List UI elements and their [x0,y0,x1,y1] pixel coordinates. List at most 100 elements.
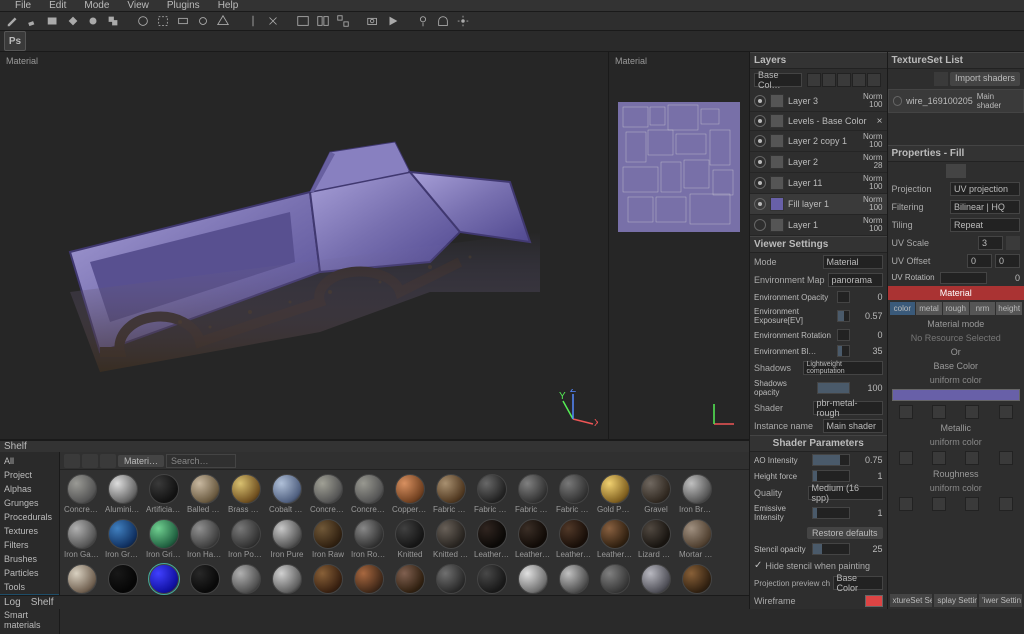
met-icon3[interactable] [965,451,979,465]
material-item[interactable]: Concrete S... [310,474,346,514]
shelf-category-textures[interactable]: Textures [0,524,59,538]
shelf-filter-tag[interactable]: Materi… [118,455,164,467]
texset-item[interactable]: wire_169100205 Main shader [888,89,1024,113]
shelf-category-filters[interactable]: Filters [0,538,59,552]
emissive-slider[interactable] [812,507,850,519]
menu-mode[interactable]: Mode [75,0,118,11]
material-item[interactable]: Iron Hamm... [187,519,223,559]
met-icon2[interactable] [932,451,946,465]
mirror-tool[interactable] [264,12,282,30]
eye-icon[interactable] [754,177,766,189]
uv-scale-link-icon[interactable] [1006,236,1020,250]
symmetry-tool[interactable] [244,12,262,30]
layer-item[interactable]: Levels - Base Color× [750,112,887,131]
material-item[interactable]: Leather sof... [597,519,633,559]
footer-shelf[interactable]: Shelf [31,597,54,608]
channel-metal[interactable]: metal [916,302,942,315]
eye-icon[interactable] [754,156,766,168]
channel-height[interactable]: height [996,302,1022,315]
material-item[interactable]: Iron Rough [351,519,387,559]
material-item[interactable]: Iron Grainy [105,519,141,559]
shader-select[interactable]: pbr-metal-rough [813,401,883,415]
channel-rough[interactable]: rough [943,302,969,315]
menu-file[interactable]: File [6,0,40,11]
layer-item[interactable]: Layer 11Norm100 [750,173,887,194]
shadows-select[interactable]: Lightweight computation [803,361,883,375]
instance-field[interactable]: Main shader [823,419,883,433]
met-icon4[interactable] [999,451,1013,465]
render-tool[interactable] [384,12,402,30]
bottom-tab[interactable]: 'iwer Settin… [979,594,1022,607]
uv-scale-field[interactable]: 3 [978,236,1003,250]
layer-add-icon[interactable] [807,73,821,87]
metallic-mode[interactable]: uniform color [888,435,1024,449]
footer-log[interactable]: Log [4,597,21,608]
eye-icon[interactable] [754,95,766,107]
material-item[interactable]: Lizard scales [638,519,674,559]
material-item[interactable]: Gravel [638,474,674,514]
uv-offset-y[interactable]: 0 [995,254,1020,268]
env-opacity-slider[interactable] [837,291,850,303]
wireframe-color[interactable] [865,595,883,607]
app-icon[interactable]: Ps [4,31,26,51]
menu-plugins[interactable]: Plugins [158,0,209,11]
ao-slider[interactable] [812,454,850,466]
view-both-tool[interactable] [334,12,352,30]
bc-icon2[interactable] [932,405,946,419]
material-item[interactable]: Leather bag [474,519,510,559]
material-item[interactable]: Cobalt Pure [269,474,305,514]
fill-mode-icon[interactable] [946,164,966,178]
close-icon[interactable]: × [877,116,883,127]
camera-tool[interactable] [364,12,382,30]
layer-item[interactable]: Layer 2 copy 1Norm100 [750,131,887,152]
check-icon[interactable]: ✓ [754,560,762,571]
fill-tool[interactable] [64,12,82,30]
material-item[interactable]: Balled Light... [187,474,223,514]
picker-tool[interactable] [134,12,152,30]
layer-mask-icon[interactable] [822,73,836,87]
clone-tool[interactable] [104,12,122,30]
bottom-tab[interactable]: xtureSet Settin… [890,594,933,607]
settings-tool[interactable] [454,12,472,30]
layer-folder-icon[interactable] [837,73,851,87]
material-item[interactable]: Iron Grinded [146,519,182,559]
stencil-slider[interactable] [812,543,850,555]
proj-preview-select[interactable]: Base Color [833,576,883,590]
shelf-filter[interactable] [100,454,116,468]
env-exposure-slider[interactable] [837,310,850,322]
material-item[interactable]: Mortar wall [679,519,715,559]
view-2d-tool[interactable] [314,12,332,30]
shelf-category-procedurals[interactable]: Procedurals [0,510,59,524]
material-item[interactable]: Copper Pure [392,474,428,514]
layer-item[interactable]: Layer 3Norm100 [750,91,887,112]
tiling-select[interactable]: Repeat [950,218,1020,232]
material-item[interactable]: Concrete ... [351,474,387,514]
shelf-list-view[interactable] [64,454,80,468]
env-rotation-slider[interactable] [837,329,850,341]
eye-icon[interactable] [754,198,766,210]
quality-select[interactable]: Medium (16 spp) [808,486,883,500]
rgh-icon1[interactable] [899,497,913,511]
shelf-category-particles[interactable]: Particles [0,566,59,580]
menu-view[interactable]: View [118,0,158,11]
shelf-category-grunges[interactable]: Grunges [0,496,59,510]
layer-item[interactable]: Layer 1Norm100 [750,215,887,236]
shape-circle-tool[interactable] [194,12,212,30]
material-item[interactable]: Gold Pure [597,474,633,514]
material-item[interactable]: Fabric Barn... [433,474,469,514]
shape-poly-tool[interactable] [214,12,232,30]
uv-offset-x[interactable]: 0 [967,254,992,268]
bc-icon3[interactable] [965,405,979,419]
shelf-category-tools[interactable]: Tools [0,580,59,594]
material-item[interactable]: Iron Powder... [228,519,264,559]
base-color-swatch[interactable] [892,389,1021,401]
uv-rotation-slider[interactable] [940,272,988,284]
material-item[interactable]: Leather Me... [556,519,592,559]
met-icon1[interactable] [899,451,913,465]
material-item[interactable]: Fabric Soft ... [556,474,592,514]
baking-tool[interactable] [434,12,452,30]
restore-defaults-button[interactable]: Restore defaults [807,527,883,539]
material-item[interactable]: Iron Brushed [679,474,715,514]
eye-icon[interactable] [893,96,903,106]
eraser-tool[interactable] [24,12,42,30]
